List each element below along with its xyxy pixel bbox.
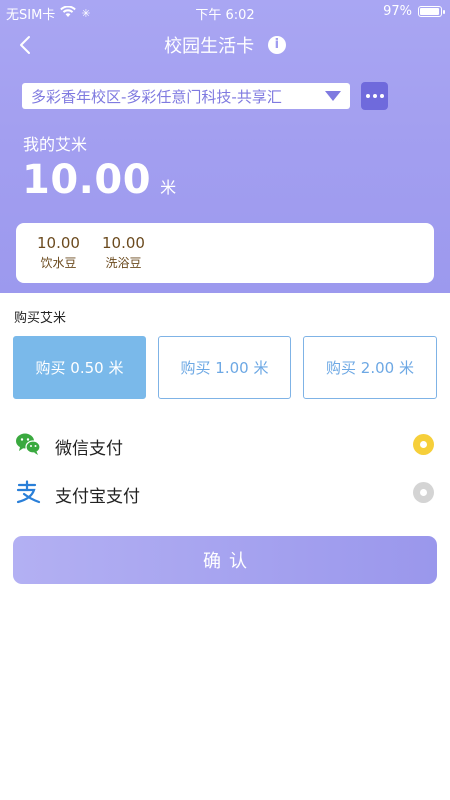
drinking-bean-label: 饮水豆 (40, 256, 77, 270)
beans-card: 10.00 饮水豆 10.00 洗浴豆 (16, 223, 434, 283)
purchase-section-title: 购买艾米 (14, 311, 67, 326)
nav-title-wrap: 校园生活卡 i (0, 32, 450, 58)
campus-select[interactable]: 多彩香年校区-多彩任意门科技-共享汇 (22, 83, 350, 109)
more-dot-icon (372, 94, 377, 98)
balance-row: 10.00 米 (22, 157, 176, 203)
bathing-bean: 10.00 洗浴豆 (102, 234, 145, 271)
buy-2-00-button[interactable]: 购买 2.00 米 (303, 336, 437, 399)
alipay-radio[interactable] (413, 482, 434, 503)
alipay-icon (15, 480, 41, 504)
drinking-bean: 10.00 饮水豆 (37, 234, 80, 271)
battery-percent: 97% (383, 4, 412, 19)
radio-dot (420, 441, 427, 448)
alipay-pay-label: 支付宝支付 (55, 487, 140, 507)
wechat-radio[interactable] (413, 434, 434, 455)
more-dot-icon (379, 94, 384, 98)
radio-dot (420, 489, 427, 496)
wechat-icon (15, 432, 41, 456)
status-right: 97% (383, 4, 445, 19)
page-title: 校园生活卡 (164, 36, 255, 57)
wechat-pay-label: 微信支付 (55, 439, 123, 459)
bathing-bean-label: 洗浴豆 (105, 256, 142, 270)
confirm-button[interactable]: 确认 (13, 536, 437, 584)
info-icon[interactable]: i (267, 36, 286, 54)
payment-option-wechat[interactable]: 微信支付 (0, 424, 450, 464)
battery-icon (418, 6, 445, 17)
nav-bar: 校园生活卡 i (0, 28, 450, 64)
buy-0-50-button[interactable]: 购买 0.50 米 (13, 336, 146, 399)
campus-select-value: 多彩香年校区-多彩任意门科技-共享汇 (31, 87, 282, 106)
status-bar: 无SIM卡 ✳ 下午 6:02 97% (0, 0, 450, 24)
triangle-down-icon (325, 91, 341, 101)
balance-value: 10.00 (22, 157, 152, 203)
balance-label: 我的艾米 (23, 135, 88, 154)
more-dot-icon (365, 94, 370, 98)
drinking-bean-value: 10.00 (37, 234, 80, 252)
bathing-bean-value: 10.00 (102, 234, 145, 252)
balance-unit: 米 (160, 178, 177, 197)
buy-1-00-button[interactable]: 购买 1.00 米 (158, 336, 291, 399)
payment-option-alipay[interactable]: 支付宝支付 (0, 472, 450, 512)
battery-fill (420, 8, 440, 15)
more-button[interactable] (361, 82, 388, 110)
